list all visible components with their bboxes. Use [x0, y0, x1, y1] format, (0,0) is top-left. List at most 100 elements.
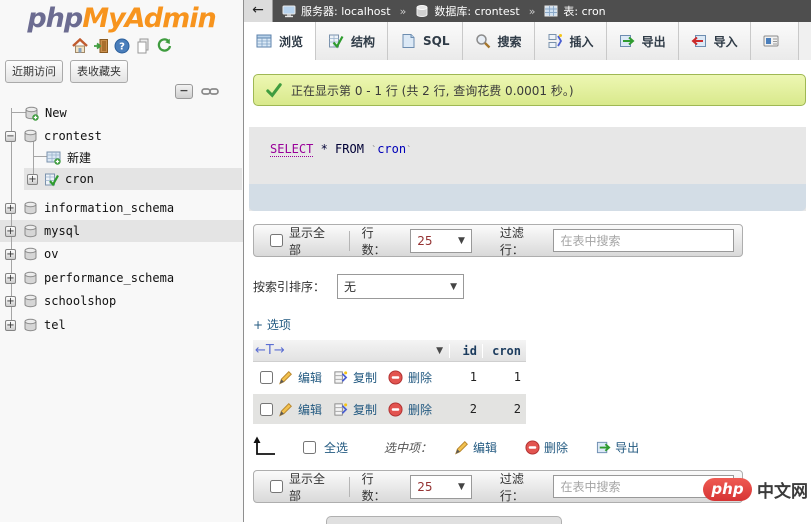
- with-selected-label: 选中项：: [384, 439, 432, 456]
- row-copy-link[interactable]: 复制: [353, 369, 377, 386]
- tree-item-new-table[interactable]: 新建: [46, 146, 91, 168]
- tree-item-tel[interactable]: + tel: [5, 314, 66, 336]
- row-checkbox[interactable]: [260, 403, 273, 416]
- sql-query-box: SELECT * FROM `cron`: [249, 127, 806, 211]
- tab-label: 插入: [570, 33, 594, 50]
- logout-icon[interactable]: [93, 38, 109, 54]
- tree-item-new-database[interactable]: New: [24, 102, 67, 124]
- edit-pencil-icon[interactable]: [278, 370, 293, 385]
- cell-id: 1: [449, 370, 482, 384]
- show-all-checkbox[interactable]: [270, 234, 283, 247]
- tree-item-ov[interactable]: + ov: [5, 243, 58, 265]
- database-icon: [415, 4, 429, 18]
- tab-structure[interactable]: 结构: [316, 22, 388, 60]
- link-icon[interactable]: [201, 86, 219, 97]
- tab-sql[interactable]: SQL: [388, 22, 463, 60]
- bulk-delete-link[interactable]: 删除: [544, 439, 568, 456]
- sql-table-name: cron: [377, 142, 406, 156]
- tree-item-schoolshop[interactable]: + schoolshop: [5, 290, 116, 312]
- rows-count-select[interactable]: 25 ▼: [410, 475, 472, 499]
- row-checkbox[interactable]: [260, 371, 273, 384]
- row-edit-link[interactable]: 编辑: [298, 401, 322, 418]
- tab-browse[interactable]: 浏览: [244, 22, 316, 60]
- tree-item-performance-schema[interactable]: + performance_schema: [5, 267, 174, 289]
- tree-item-cron[interactable]: + cron: [27, 168, 94, 190]
- tab-privileges[interactable]: [751, 22, 799, 60]
- hide-navigation-button[interactable]: ←: [244, 0, 273, 22]
- row-edit-link[interactable]: 编辑: [298, 369, 322, 386]
- collapse-all-button[interactable]: −: [175, 84, 193, 99]
- export-icon: [596, 440, 611, 455]
- phpmyadmin-logo[interactable]: phpMyAdmin: [0, 3, 243, 34]
- bulk-actions-row: 全选 选中项： 编辑 删除 导出: [251, 434, 645, 460]
- bulk-export-link[interactable]: 导出: [615, 439, 639, 456]
- sql-icon: [400, 33, 416, 49]
- collapse-expander[interactable]: −: [5, 131, 16, 142]
- favorite-tables-button[interactable]: 表收藏夹: [70, 60, 128, 83]
- docs-icon[interactable]: [135, 38, 151, 54]
- show-all-checkbox[interactable]: [270, 480, 283, 493]
- edit-pencil-icon[interactable]: [278, 402, 293, 417]
- tree-item-crontest[interactable]: − crontest: [5, 125, 102, 147]
- import-icon: [691, 33, 707, 49]
- delete-row-icon[interactable]: [388, 402, 403, 417]
- check-all-checkbox[interactable]: [303, 441, 316, 454]
- filter-rows-input[interactable]: [553, 229, 734, 252]
- tab-import[interactable]: 导入: [679, 22, 751, 60]
- tab-insert[interactable]: 插入: [535, 22, 607, 60]
- sql-backtick: `: [406, 145, 412, 156]
- sort-caret-icon[interactable]: ▼: [436, 346, 443, 356]
- column-direction-toggle[interactable]: ←T→: [255, 343, 285, 358]
- tab-search[interactable]: 搜索: [463, 22, 535, 60]
- rows-label: 行数：: [362, 224, 398, 258]
- home-icon[interactable]: [72, 38, 88, 54]
- help-icon[interactable]: ?: [114, 38, 130, 54]
- php-cn-watermark: php 中文网: [703, 477, 808, 502]
- recent-tables-button[interactable]: 近期访问: [5, 60, 63, 83]
- rows-count-select[interactable]: 25 ▼: [410, 229, 472, 253]
- tab-export[interactable]: 导出: [607, 22, 679, 60]
- rows-count-value: 25: [417, 480, 432, 494]
- table-row: 编辑 复制 删除 2 2: [253, 394, 526, 424]
- sort-key-value: 无: [344, 278, 356, 295]
- tree-item-mysql[interactable]: + mysql: [5, 220, 80, 242]
- expand-expander[interactable]: +: [5, 249, 16, 260]
- column-header-cron[interactable]: cron: [482, 344, 526, 358]
- bulk-edit-link[interactable]: 编辑: [473, 439, 497, 456]
- row-copy-link[interactable]: 复制: [353, 401, 377, 418]
- table-new-icon: [46, 150, 61, 165]
- show-all-label[interactable]: 显示全部: [289, 470, 337, 504]
- sidebar-quick-buttons: 近期访问 表收藏夹: [5, 60, 128, 83]
- row-delete-link[interactable]: 删除: [408, 401, 432, 418]
- options-toggle-link[interactable]: + 选项: [253, 316, 291, 333]
- sort-label: 按索引排序：: [253, 278, 325, 295]
- row-delete-link[interactable]: 删除: [408, 369, 432, 386]
- sort-key-select[interactable]: 无 ▼: [337, 274, 464, 299]
- navigation-sidebar: phpMyAdmin ? 近期访问 表收藏夹 − New − crontest: [0, 0, 244, 522]
- expand-expander[interactable]: +: [5, 226, 16, 237]
- show-all-label[interactable]: 显示全部: [289, 224, 337, 258]
- row-actions: 编辑 复制 删除: [253, 369, 449, 386]
- expand-expander[interactable]: +: [5, 203, 16, 214]
- refresh-icon[interactable]: [156, 38, 172, 54]
- tree-item-information-schema[interactable]: + information_schema: [5, 197, 174, 219]
- breadcrumb-server[interactable]: 服务器: localhost: [301, 3, 391, 19]
- sql-keyword[interactable]: SELECT: [270, 142, 313, 157]
- breadcrumb-database[interactable]: 数据库: crontest: [434, 3, 519, 19]
- expand-expander[interactable]: +: [5, 320, 16, 331]
- check-all-link[interactable]: 全选: [324, 439, 348, 456]
- chevron-down-icon: ▼: [458, 236, 465, 246]
- tab-label: 导出: [642, 33, 666, 50]
- table-tabs: 浏览 结构 SQL 搜索 插入 导出 导入: [244, 22, 811, 60]
- chevron-down-icon: ▼: [458, 482, 465, 492]
- delete-row-icon: [525, 440, 540, 455]
- breadcrumb-table[interactable]: 表: cron: [563, 3, 605, 19]
- tree-item-label: schoolshop: [44, 294, 116, 308]
- expand-expander[interactable]: +: [5, 273, 16, 284]
- expand-expander[interactable]: +: [27, 174, 38, 185]
- copy-row-icon[interactable]: [333, 370, 348, 385]
- copy-row-icon[interactable]: [333, 402, 348, 417]
- delete-row-icon[interactable]: [388, 370, 403, 385]
- column-header-id[interactable]: id: [449, 344, 482, 358]
- expand-expander[interactable]: +: [5, 296, 16, 307]
